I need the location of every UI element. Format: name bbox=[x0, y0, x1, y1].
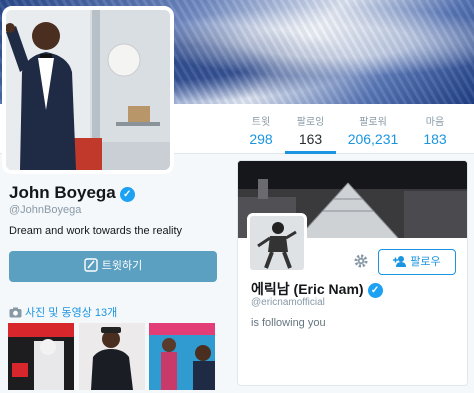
media-thumbnail-image bbox=[79, 323, 145, 390]
follow-button-label: 팔로우 bbox=[410, 256, 441, 268]
stat-label: 마음 bbox=[425, 117, 445, 128]
media-thumbnail[interactable] bbox=[149, 323, 215, 390]
media-thumbnail[interactable] bbox=[8, 323, 74, 390]
gear-icon[interactable] bbox=[352, 252, 370, 270]
media-thumbnail-image bbox=[8, 323, 74, 390]
photos-videos-link[interactable]: 사진 및 동영상 13개 bbox=[9, 304, 117, 320]
card-avatar-image bbox=[250, 216, 304, 270]
stat-value: 206,231 bbox=[347, 131, 399, 147]
profile-card-eric-nam[interactable]: 팔로우 에릭남 (Eric Nam) ✓ @ericnamofficial is … bbox=[237, 160, 468, 386]
camera-icon bbox=[9, 307, 22, 318]
stat-label: 팔로워 bbox=[359, 117, 387, 128]
media-thumbnail[interactable] bbox=[79, 323, 145, 390]
profile-avatar[interactable] bbox=[2, 6, 174, 174]
media-thumbnail-image bbox=[149, 323, 215, 390]
stat-value: 298 bbox=[249, 131, 273, 147]
profile-handle[interactable]: @JohnBoyega bbox=[9, 204, 81, 216]
follows-you-status: is following you bbox=[251, 317, 326, 329]
profile-bio: Dream and work towards the reality bbox=[9, 225, 183, 237]
card-user-name-text: 에릭남 (Eric Nam) bbox=[251, 281, 364, 297]
stat-label: 트윗 bbox=[251, 117, 271, 128]
verified-badge-icon: ✓ bbox=[367, 283, 383, 298]
stat-followers[interactable]: 팔로워 206,231 bbox=[340, 104, 406, 154]
stat-following[interactable]: 팔로잉 163 bbox=[285, 104, 336, 154]
stat-tweets[interactable]: 트윗 298 bbox=[238, 104, 284, 154]
compose-icon bbox=[84, 258, 98, 272]
follow-button[interactable]: 팔로우 bbox=[378, 249, 456, 275]
stat-value: 163 bbox=[298, 131, 323, 147]
stat-value: 183 bbox=[423, 131, 447, 147]
card-avatar[interactable] bbox=[247, 213, 307, 273]
avatar-photo bbox=[6, 10, 170, 170]
stat-likes[interactable]: 마음 183 bbox=[412, 104, 458, 154]
card-user-handle[interactable]: @ericnamofficial bbox=[251, 297, 325, 308]
stat-label: 팔로잉 bbox=[296, 117, 325, 128]
tweet-button-label: 트윗하기 bbox=[101, 260, 143, 272]
tweet-to-button[interactable]: 트윗하기 bbox=[9, 251, 217, 282]
verified-badge-icon: ✓ bbox=[119, 187, 135, 202]
profile-name-text: John Boyega bbox=[9, 183, 116, 202]
photos-videos-label: 사진 및 동영상 13개 bbox=[25, 307, 118, 319]
add-person-icon bbox=[393, 256, 407, 267]
profile-name[interactable]: John Boyega ✓ bbox=[9, 183, 135, 203]
card-user-name[interactable]: 에릭남 (Eric Nam) ✓ bbox=[251, 279, 383, 299]
